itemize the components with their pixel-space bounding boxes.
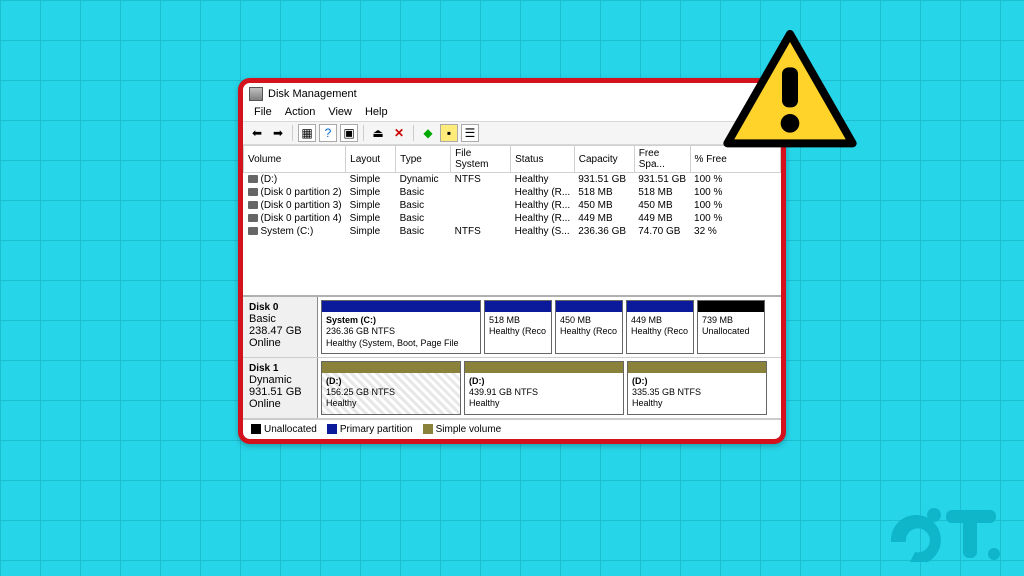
- col-status[interactable]: Status: [511, 146, 575, 173]
- separator: [413, 125, 414, 141]
- list-icon[interactable]: ☰: [461, 124, 479, 142]
- disk-label[interactable]: Disk 1 Dynamic 931.51 GB Online: [243, 358, 318, 418]
- partition[interactable]: 518 MBHealthy (Reco: [484, 300, 552, 354]
- disk-layout-panel: Disk 0 Basic 238.47 GB Online System (C:…: [243, 295, 781, 419]
- eject-icon[interactable]: ⏏: [369, 124, 387, 142]
- action-icon[interactable]: ◆: [419, 124, 437, 142]
- table-row[interactable]: (Disk 0 partition 3)SimpleBasicHealthy (…: [244, 199, 781, 212]
- watermark-logo: [886, 502, 1006, 562]
- legend-unallocated: Unallocated: [251, 424, 317, 435]
- delete-icon[interactable]: ✕: [390, 124, 408, 142]
- back-button[interactable]: ⬅: [248, 124, 266, 142]
- forward-button[interactable]: ➡: [269, 124, 287, 142]
- title-bar[interactable]: Disk Management —: [243, 83, 781, 105]
- table-row[interactable]: (Disk 0 partition 2)SimpleBasicHealthy (…: [244, 186, 781, 199]
- table-row[interactable]: (Disk 0 partition 4)SimpleBasicHealthy (…: [244, 212, 781, 225]
- col-fs[interactable]: File System: [451, 146, 511, 173]
- refresh-icon[interactable]: ▣: [340, 124, 358, 142]
- partition[interactable]: (D:)156.25 GB NTFSHealthy: [321, 361, 461, 415]
- disk-row[interactable]: Disk 0 Basic 238.47 GB Online System (C:…: [243, 297, 781, 358]
- disk-row[interactable]: Disk 1 Dynamic 931.51 GB Online (D:)156.…: [243, 358, 781, 419]
- col-capacity[interactable]: Capacity: [574, 146, 634, 173]
- col-free[interactable]: Free Spa...: [634, 146, 690, 173]
- toolbar: ⬅ ➡ ▦ ? ▣ ⏏ ✕ ◆ ▪ ☰: [243, 121, 781, 145]
- volume-table: Volume Layout Type File System Status Ca…: [243, 145, 781, 238]
- disk-size: 238.47 GB: [249, 325, 302, 337]
- table-row[interactable]: (D:)SimpleDynamicNTFSHealthy931.51 GB931…: [244, 173, 781, 187]
- menu-file[interactable]: File: [249, 106, 277, 118]
- disk-type: Dynamic: [249, 374, 292, 386]
- disk-partitions: (D:)156.25 GB NTFSHealthy(D:)439.91 GB N…: [318, 358, 781, 418]
- app-icon: [249, 87, 263, 101]
- table-row[interactable]: System (C:)SimpleBasicNTFSHealthy (S...2…: [244, 225, 781, 238]
- legend-primary: Primary partition: [327, 424, 413, 435]
- separator: [363, 125, 364, 141]
- properties-icon[interactable]: ▪: [440, 124, 458, 142]
- volume-list[interactable]: Volume Layout Type File System Status Ca…: [243, 145, 781, 295]
- col-layout[interactable]: Layout: [346, 146, 396, 173]
- window-title: Disk Management: [268, 88, 357, 100]
- partition[interactable]: 739 MBUnallocated: [697, 300, 765, 354]
- legend: Unallocated Primary partition Simple vol…: [243, 419, 781, 439]
- disk-state: Online: [249, 337, 281, 349]
- disk-type: Basic: [249, 313, 276, 325]
- disk-management-window: Disk Management — File Action View Help …: [238, 78, 786, 444]
- disk-state: Online: [249, 398, 281, 410]
- menu-view[interactable]: View: [323, 106, 357, 118]
- col-volume[interactable]: Volume: [244, 146, 346, 173]
- partition[interactable]: 450 MBHealthy (Reco: [555, 300, 623, 354]
- separator: [292, 125, 293, 141]
- legend-simple: Simple volume: [423, 424, 502, 435]
- menu-bar: File Action View Help: [243, 105, 781, 121]
- partition[interactable]: (D:)335.35 GB NTFSHealthy: [627, 361, 767, 415]
- disk-size: 931.51 GB: [249, 386, 302, 398]
- help-icon[interactable]: ?: [319, 124, 337, 142]
- partition[interactable]: 449 MBHealthy (Reco: [626, 300, 694, 354]
- disk-name: Disk 0: [249, 302, 278, 313]
- disk-partitions: System (C:)236.36 GB NTFSHealthy (System…: [318, 297, 781, 357]
- col-type[interactable]: Type: [396, 146, 451, 173]
- show-tree-button[interactable]: ▦: [298, 124, 316, 142]
- partition[interactable]: System (C:)236.36 GB NTFSHealthy (System…: [321, 300, 481, 354]
- menu-help[interactable]: Help: [360, 106, 393, 118]
- disk-label[interactable]: Disk 0 Basic 238.47 GB Online: [243, 297, 318, 357]
- partition[interactable]: (D:)439.91 GB NTFSHealthy: [464, 361, 624, 415]
- menu-action[interactable]: Action: [280, 106, 321, 118]
- disk-name: Disk 1: [249, 363, 278, 374]
- warning-icon: [720, 30, 860, 150]
